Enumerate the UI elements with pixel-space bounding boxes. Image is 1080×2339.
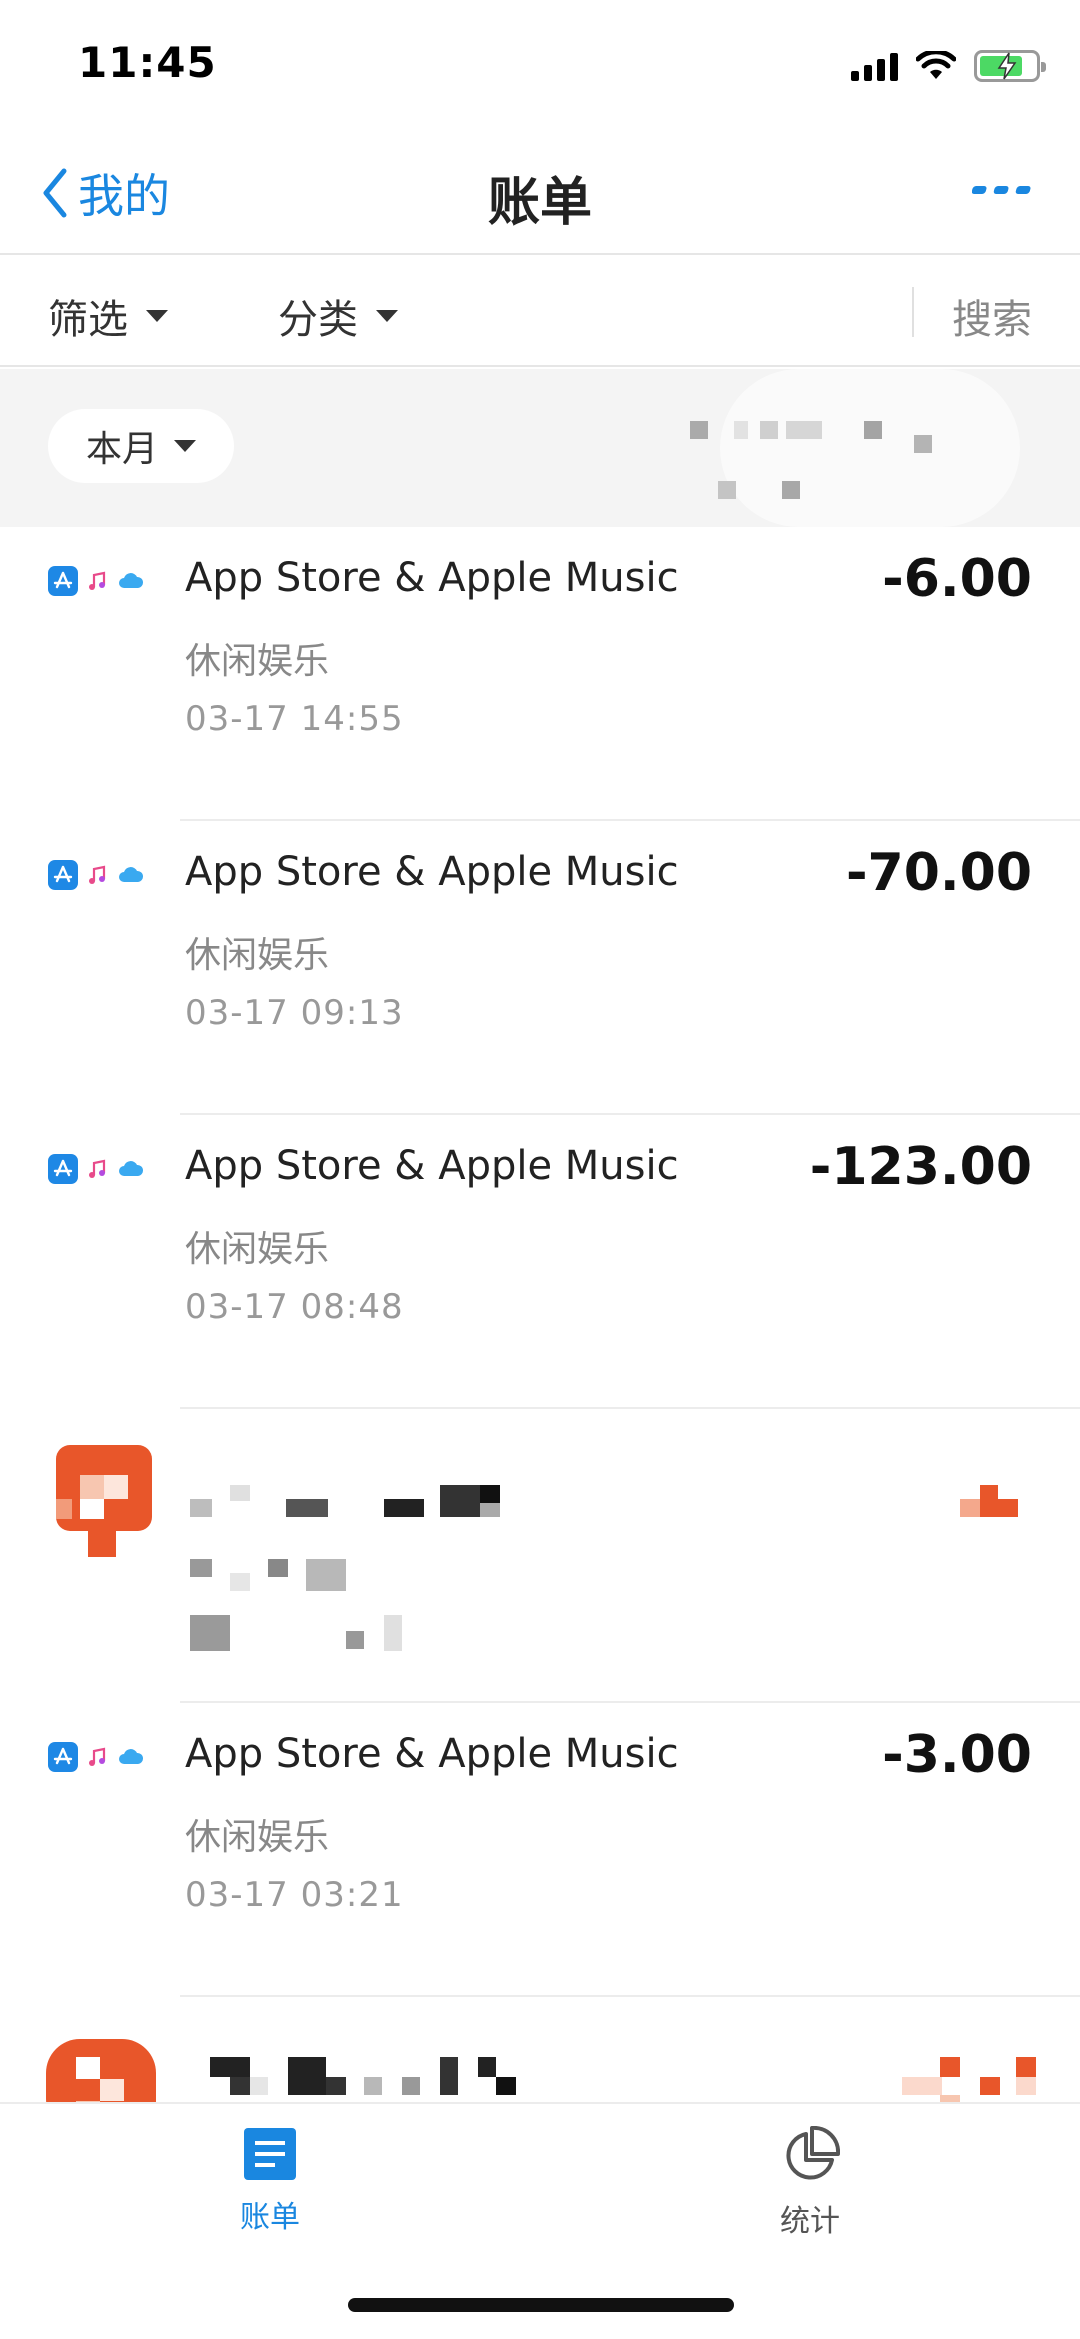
status-time: 11:45	[78, 38, 217, 87]
transaction-time: 03-17 09:13	[185, 993, 404, 1033]
music-note-icon	[82, 1154, 112, 1184]
transaction-row[interactable]: App Store & Apple Music 休闲娱乐 03-17 03:21…	[0, 1703, 1080, 1997]
more-dots-icon	[971, 186, 1031, 194]
caret-down-icon	[376, 310, 398, 322]
merchant-name: App Store & Apple Music	[185, 1731, 679, 1777]
merchant-icons	[48, 566, 146, 596]
icloud-icon	[116, 1742, 146, 1772]
transaction-category: 休闲娱乐	[185, 641, 330, 682]
app-store-icon	[48, 1154, 78, 1184]
search-button[interactable]: 搜索	[952, 287, 1032, 345]
merchant-name: App Store & Apple Music	[185, 1143, 679, 1189]
tab-label: 账单	[240, 2200, 300, 2235]
tab-label: 统计	[780, 2204, 840, 2239]
status-icons	[851, 46, 1046, 86]
transaction-amount: -123.00	[809, 1137, 1032, 1197]
more-button[interactable]	[971, 182, 1032, 201]
music-note-icon	[82, 860, 112, 890]
transaction-time: 03-17 14:55	[185, 699, 404, 739]
transaction-category: 休闲娱乐	[185, 935, 330, 976]
icloud-icon	[116, 566, 146, 596]
transaction-time: 03-17 08:48	[185, 1287, 404, 1327]
transaction-list: App Store & Apple Music 休闲娱乐 03-17 14:55…	[0, 527, 1080, 2291]
app-store-icon	[48, 860, 78, 890]
music-note-icon	[82, 566, 112, 596]
category-label: 分类	[278, 297, 358, 343]
redacted-summary	[690, 369, 1050, 527]
tab-statistics[interactable]: 统计	[730, 2126, 890, 2240]
bill-list-icon	[244, 2128, 296, 2180]
month-label: 本月	[85, 429, 158, 470]
tab-bills[interactable]: 账单	[190, 2126, 350, 2236]
transaction-row[interactable]: App Store & Apple Music 休闲娱乐 03-17 14:55…	[0, 527, 1080, 821]
transaction-amount: -6.00	[882, 549, 1032, 609]
transaction-time: 03-17 03:21	[185, 1875, 404, 1915]
music-note-icon	[82, 1742, 112, 1772]
app-store-icon	[48, 566, 78, 596]
pie-chart-icon	[786, 2126, 840, 2180]
transaction-category: 休闲娱乐	[185, 1229, 330, 1270]
month-summary-bar: 本月	[0, 369, 1080, 527]
transaction-amount: -3.00	[882, 1725, 1032, 1785]
redacted-merchant-logo	[56, 1445, 152, 1557]
status-bar: 11:45	[0, 0, 1080, 130]
merchant-name: App Store & Apple Music	[185, 849, 679, 895]
merchant-icons	[48, 1742, 146, 1772]
filter-label: 筛选	[48, 297, 128, 343]
app-store-icon	[48, 1742, 78, 1772]
caret-down-icon	[174, 440, 196, 452]
filter-bar: 筛选 分类 搜索	[0, 257, 1080, 367]
cellular-signal-icon	[851, 51, 898, 81]
filter-dropdown[interactable]: 筛选	[48, 287, 168, 345]
merchant-icons	[48, 1154, 146, 1184]
divider	[912, 287, 914, 337]
transaction-category: 休闲娱乐	[185, 1817, 330, 1858]
category-dropdown[interactable]: 分类	[278, 287, 398, 345]
transaction-row[interactable]: App Store & Apple Music 休闲娱乐 03-17 08:48…	[0, 1115, 1080, 1409]
transaction-row[interactable]: App Store & Apple Music 休闲娱乐 03-17 09:13…	[0, 821, 1080, 1115]
icloud-icon	[116, 860, 146, 890]
battery-icon	[974, 50, 1046, 82]
merchant-icons	[48, 860, 146, 890]
merchant-name: App Store & Apple Music	[185, 555, 679, 601]
redacted-transaction-row[interactable]	[0, 1409, 1080, 1703]
caret-down-icon	[146, 310, 168, 322]
home-indicator	[348, 2298, 734, 2312]
transaction-amount: -70.00	[845, 843, 1032, 903]
month-selector[interactable]: 本月	[48, 409, 234, 483]
wifi-icon	[916, 51, 956, 79]
page-title: 账单	[487, 173, 592, 233]
nav-bar: 我的 账单	[0, 130, 1080, 255]
icloud-icon	[116, 1154, 146, 1184]
